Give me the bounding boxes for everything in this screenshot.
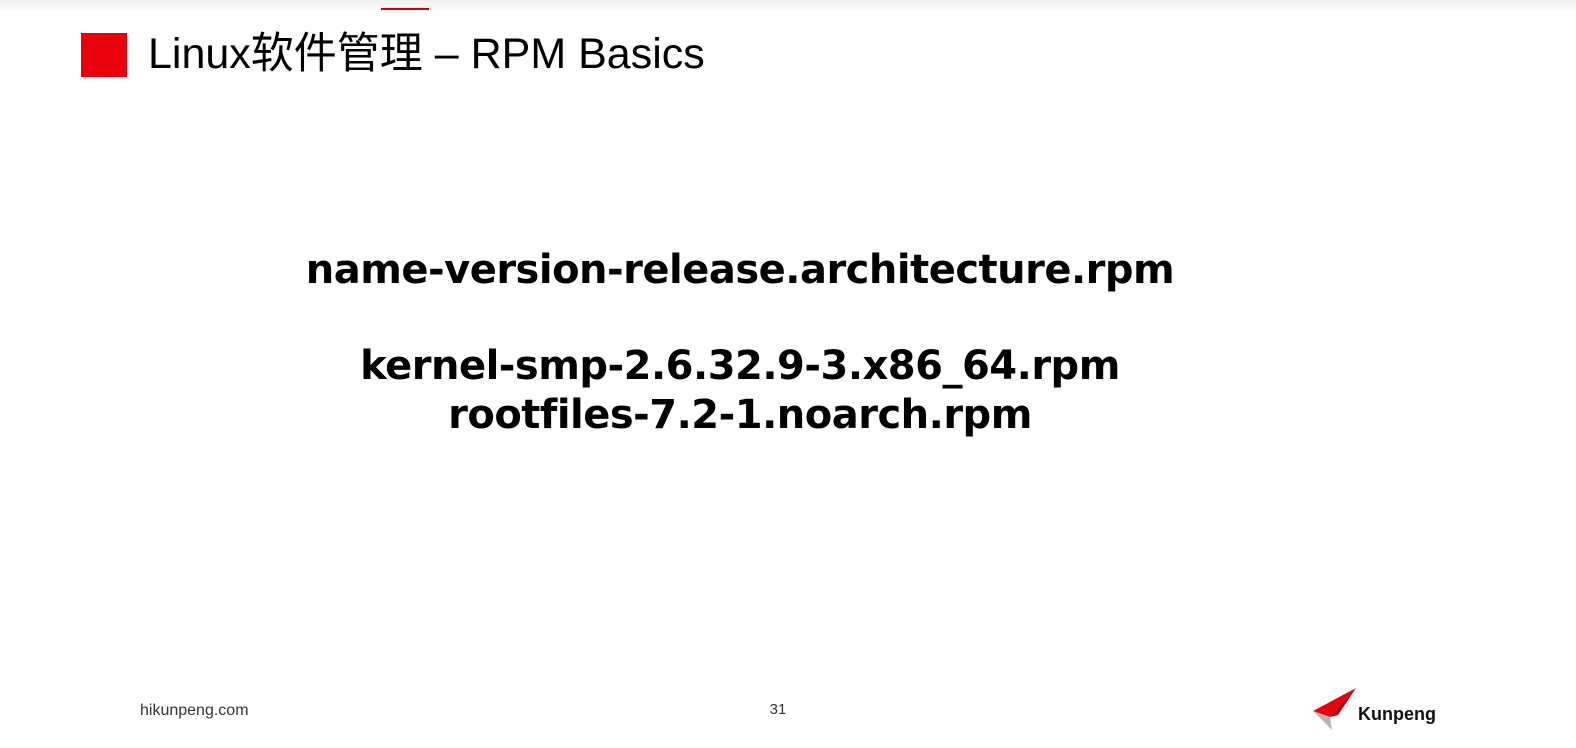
example-kernel-rpm: kernel-smp-2.6.32.9-3.x86_64.rpm [360,343,1120,389]
kunpeng-wing-logo-icon [1313,688,1356,730]
brand-logo: Kunpeng [1310,686,1440,734]
example-rootfiles-rpm: rootfiles-7.2-1.noarch.rpm [448,392,1032,438]
red-square-icon [81,33,127,77]
top-band [0,0,1576,10]
footer-site: hikunpeng.com [140,702,249,719]
page-number: 31 [769,701,787,718]
slide-title: Linux软件管理 – RPM Basics [148,30,705,78]
brand-name: Kunpeng [1358,704,1436,724]
top-accent-line [381,8,429,10]
rpm-format-line: name-version-release.architecture.rpm [305,247,1175,293]
